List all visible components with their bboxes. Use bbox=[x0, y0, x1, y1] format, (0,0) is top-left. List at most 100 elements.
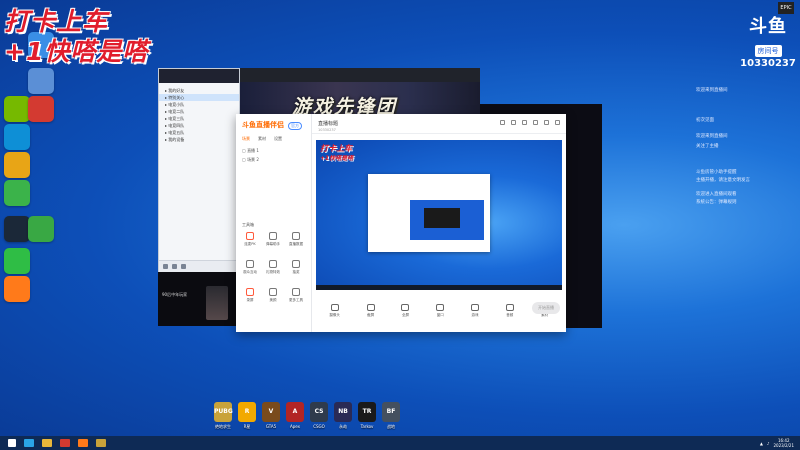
close-icon[interactable] bbox=[555, 120, 560, 125]
desktop-icon[interactable] bbox=[4, 152, 30, 178]
maximize-icon[interactable] bbox=[544, 120, 549, 125]
desktop-icon[interactable] bbox=[28, 96, 54, 122]
desktop-icon[interactable] bbox=[4, 124, 30, 150]
list-item[interactable]: ▸ 我的设备 bbox=[159, 136, 239, 143]
list-item[interactable]: ▸ 电竞二队 bbox=[159, 108, 239, 115]
friend-list-window[interactable]: ▸ 我的好友 ▸ 特别关心 ▸ 电竞小队 ▸ 电竞二队 ▸ 电竞三队 ▸ 电竞四… bbox=[158, 68, 240, 273]
tool-tab[interactable]: 设置 bbox=[274, 136, 282, 142]
friend-list-header bbox=[159, 69, 239, 83]
window-controls bbox=[500, 120, 560, 125]
dock-app-icon[interactable]: TR bbox=[358, 402, 376, 422]
dock-app-icon[interactable]: NB bbox=[334, 402, 352, 422]
avatar-caption: 90后中年玩家 bbox=[162, 292, 188, 297]
tool-icon bbox=[292, 232, 300, 240]
source-button[interactable]: 游戏 bbox=[471, 304, 480, 318]
toolbox-item[interactable]: 直播数据 bbox=[286, 232, 306, 247]
dock-app-icon[interactable]: PUBG bbox=[214, 402, 233, 422]
dock-app-icon[interactable]: A bbox=[286, 402, 304, 422]
toolbox-item-label: 直播数据 bbox=[289, 242, 303, 246]
scene-item-2[interactable]: ▢ 场景 2 bbox=[242, 157, 259, 163]
streamer-avatar-panel: 90后中年玩家 bbox=[158, 272, 238, 326]
dock-app-icon[interactable]: BF bbox=[382, 402, 400, 422]
source-button[interactable]: 窗口 bbox=[436, 304, 445, 318]
toolbox-item-label: 连麦PK bbox=[244, 242, 256, 246]
toolbox-item[interactable]: 更多工具 bbox=[286, 288, 306, 303]
desktop-icon[interactable] bbox=[28, 68, 54, 94]
tool-sidebar: 斗鱼直播伴侣 官方 场景 素材 设置 ▢ 直播 1 ▢ 场景 2 工具箱 连麦PK 弹幕… bbox=[236, 114, 312, 332]
list-item[interactable]: ▸ 特别关心 bbox=[159, 94, 239, 101]
skin-icon[interactable] bbox=[500, 120, 505, 125]
clock[interactable]: 16:42 2023/2/21 bbox=[773, 438, 794, 448]
toolbox-item[interactable]: 弹幕助手 bbox=[263, 232, 283, 247]
desktop-icon[interactable] bbox=[4, 180, 30, 206]
desktop-icon[interactable] bbox=[4, 248, 30, 274]
scene-item-1[interactable]: ▢ 直播 1 bbox=[242, 148, 259, 154]
list-item[interactable]: ▸ 电竞三队 bbox=[159, 115, 239, 122]
settings-icon[interactable] bbox=[181, 264, 186, 269]
game-icon[interactable] bbox=[96, 439, 106, 447]
dock-app-label: Tarkov bbox=[360, 424, 374, 429]
friend-list-toolbar bbox=[159, 260, 239, 272]
banner-titlebar bbox=[240, 68, 480, 82]
network-icon[interactable]: ▲ bbox=[760, 441, 763, 446]
edge-icon[interactable] bbox=[24, 439, 34, 447]
list-item[interactable]: ▸ 电竞四队 bbox=[159, 122, 239, 129]
stream-tool-window[interactable]: 斗鱼直播伴侣 官方 场景 素材 设置 ▢ 直播 1 ▢ 场景 2 工具箱 连麦PK 弹幕… bbox=[236, 114, 566, 332]
notification-item: 初次见面 bbox=[696, 118, 714, 123]
toolbox-title: 工具箱 bbox=[242, 222, 254, 227]
tool-tab[interactable]: 素材 bbox=[258, 136, 266, 142]
toolbox-item[interactable]: 礼物特效 bbox=[263, 260, 283, 275]
stream-preview[interactable]: 打卡上车 +1快嗒是嗒 bbox=[316, 140, 562, 290]
toolbox-item[interactable]: 连麦PK bbox=[240, 232, 260, 247]
start-stream-button[interactable]: 开始直播 bbox=[532, 302, 560, 314]
add-icon[interactable] bbox=[172, 264, 177, 269]
preview-taskbar bbox=[316, 285, 562, 290]
tool-icon bbox=[292, 288, 300, 296]
room-number: 10330237 bbox=[740, 58, 796, 69]
dock-app-label: CSGO bbox=[313, 424, 325, 429]
windows-start-icon[interactable] bbox=[8, 439, 16, 447]
list-item[interactable]: ▸ 电竞小队 bbox=[159, 101, 239, 108]
source-button[interactable]: 全屏 bbox=[401, 304, 410, 318]
source-button[interactable]: 摄像头 bbox=[329, 304, 340, 318]
dock-app-icon[interactable]: V bbox=[262, 402, 280, 422]
tool-icon bbox=[246, 260, 254, 268]
menu-icon[interactable] bbox=[163, 264, 168, 269]
tool-icon bbox=[269, 232, 277, 240]
volume-icon[interactable]: ♪ bbox=[767, 441, 770, 446]
tool-icon bbox=[269, 288, 277, 296]
source-button[interactable]: 截屏 bbox=[366, 304, 375, 318]
tool-tab[interactable]: 场景 bbox=[242, 136, 250, 142]
notification-item: 系统公告：弹幕规则 bbox=[696, 200, 737, 205]
room-tag: 房间号 bbox=[754, 45, 782, 57]
toolbox-item[interactable]: 美颜 bbox=[263, 288, 283, 303]
toolbox-item[interactable]: 抽奖 bbox=[286, 260, 306, 275]
desktop-icon[interactable] bbox=[4, 96, 30, 122]
stream-overlay-subtitle: +1快嗒是嗒 bbox=[4, 37, 149, 66]
desktop-icon[interactable] bbox=[4, 216, 30, 242]
mail-icon[interactable] bbox=[511, 120, 516, 125]
minimize-icon[interactable] bbox=[533, 120, 538, 125]
list-item[interactable]: ▸ 电竞五队 bbox=[159, 129, 239, 136]
dock-app-icon[interactable]: R bbox=[238, 402, 256, 422]
netease-icon[interactable] bbox=[60, 439, 70, 447]
toolbox-item-label: 观众互动 bbox=[243, 270, 257, 274]
tool-icon bbox=[269, 260, 277, 268]
folder-icon[interactable] bbox=[42, 439, 52, 447]
dock-app-label: R星 bbox=[243, 424, 251, 429]
tool-icon bbox=[292, 260, 300, 268]
dock-app-icon[interactable]: CS bbox=[310, 402, 328, 422]
desktop-icon[interactable] bbox=[28, 216, 54, 242]
toolbox-item[interactable]: 录屏 bbox=[240, 288, 260, 303]
source-icon bbox=[436, 304, 445, 311]
notification-item: 欢迎来到直播间 bbox=[696, 88, 728, 93]
toolbox-item[interactable]: 观众互动 bbox=[240, 260, 260, 275]
douyu-app-icon[interactable] bbox=[78, 439, 88, 447]
desktop-icon[interactable] bbox=[4, 276, 30, 302]
list-item[interactable]: ▸ 我的好友 bbox=[159, 87, 239, 94]
toolbox-item-label: 录屏 bbox=[246, 298, 254, 302]
source-button[interactable]: 音频 bbox=[505, 304, 514, 318]
system-tray: ▲ ♪ 16:42 2023/2/21 bbox=[760, 436, 794, 450]
settings-icon[interactable] bbox=[522, 120, 527, 125]
douyu-logo: 斗鱼 bbox=[749, 16, 787, 37]
